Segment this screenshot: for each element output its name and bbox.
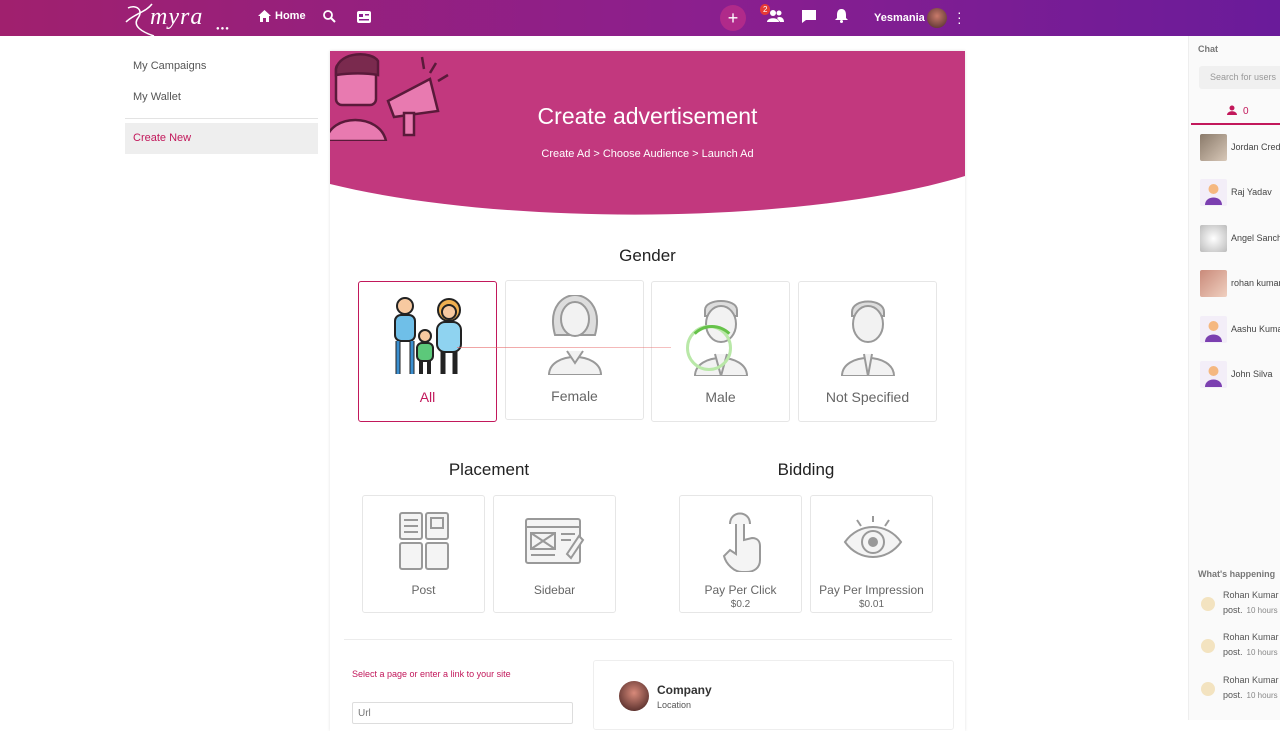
family-icon — [394, 297, 462, 374]
default-avatar-icon — [1200, 361, 1227, 388]
person-icon — [840, 300, 896, 376]
drag-trace — [457, 347, 671, 348]
chat-user-item[interactable]: Aashu Kumar — [1200, 316, 1280, 344]
activity-action: post. — [1223, 690, 1243, 700]
gender-option-not-specified-label: Not Specified — [825, 389, 910, 405]
pay-per-impression-price: $0.01 — [858, 599, 885, 610]
page-title: Create advertisement — [537, 103, 758, 129]
gender-option-female[interactable]: Female — [505, 280, 644, 420]
chat-user-name: rohan kumar — [1231, 278, 1280, 288]
gender-option-all-label: All — [419, 389, 436, 405]
gender-section-title: Gender — [619, 246, 676, 265]
nav-home-label: Home — [275, 10, 306, 22]
activity-user: Rohan Kumar — [1223, 675, 1279, 685]
more-options-icon[interactable]: · · · — [957, 5, 962, 29]
avatar — [1200, 270, 1227, 297]
sidebar-item-my-wallet[interactable]: My Wallet — [125, 83, 318, 114]
activity-time: 10 hours — [1246, 648, 1278, 657]
activity-avatar — [1201, 597, 1215, 611]
activity-avatar — [1201, 639, 1215, 653]
placement-option-post-label: Post — [411, 583, 436, 597]
chat-user-name: Raj Yadav — [1231, 187, 1272, 197]
click-indicator — [686, 325, 738, 371]
sidebar-layout-icon — [525, 518, 585, 564]
company-location: Location — [657, 700, 692, 710]
placement-option-sidebar[interactable]: Sidebar — [493, 495, 616, 613]
female-icon — [547, 295, 603, 375]
tap-hand-icon — [722, 512, 761, 572]
bidding-option-pay-per-impression[interactable]: Pay Per Impression $0.01 — [810, 495, 933, 613]
nav-home-link[interactable]: Home — [258, 10, 306, 22]
ads-sidebar: My Campaigns My Wallet Create New — [125, 52, 318, 154]
activity-time: 10 hours — [1246, 691, 1278, 700]
top-navbar: myra ●●● Home + 2 Yesmania · · · — [0, 0, 1280, 36]
gender-option-all[interactable]: All — [358, 281, 497, 422]
chat-online-tab[interactable]: 0 — [1191, 100, 1280, 125]
chat-search-input[interactable]: Search for users — [1199, 66, 1280, 89]
user-avatar[interactable] — [927, 8, 947, 28]
activity-action: post. — [1223, 605, 1243, 615]
username-label[interactable]: Yesmania — [874, 12, 925, 24]
chat-user-item[interactable]: Jordan Credo — [1200, 134, 1280, 162]
activity-avatar — [1201, 682, 1215, 696]
default-avatar-icon — [1200, 316, 1227, 343]
activity-user: Rohan Kumar — [1223, 590, 1279, 600]
placement-option-post[interactable]: Post — [362, 495, 485, 613]
bidding-section-title: Bidding — [777, 460, 835, 479]
chat-user-name: Aashu Kumar — [1231, 324, 1280, 334]
chat-user-name: Jordan Credo — [1231, 142, 1280, 152]
company-name: Company — [657, 683, 712, 697]
hero-banner: Create advertisement Create Ad > Choose … — [330, 51, 965, 221]
activity-time: 10 hours — [1246, 606, 1278, 615]
messages-icon[interactable] — [802, 10, 816, 23]
activity-text: post. 10 hours — [1223, 647, 1278, 657]
notifications-bell-icon[interactable] — [835, 9, 848, 23]
pay-per-click-label: Pay Per Click — [704, 583, 777, 597]
url-input[interactable] — [352, 702, 573, 724]
company-avatar — [619, 681, 649, 711]
chat-user-item[interactable]: John Silva — [1200, 361, 1280, 389]
sidebar-item-my-campaigns[interactable]: My Campaigns — [125, 52, 318, 83]
chat-user-item[interactable]: Raj Yadav — [1200, 179, 1280, 207]
user-icon — [1227, 105, 1237, 115]
chat-user-name: John Silva — [1231, 369, 1273, 379]
avatar — [1200, 225, 1227, 252]
default-avatar-icon — [1200, 179, 1227, 206]
logo-text: myra — [150, 4, 204, 30]
create-post-button[interactable]: + — [720, 5, 746, 31]
gender-option-female-label: Female — [551, 388, 598, 404]
myra-logo[interactable]: myra ●●● — [124, 2, 229, 36]
home-icon — [258, 10, 271, 22]
section-divider — [344, 639, 952, 640]
link-hint-text: Select a page or enter a link to your si… — [352, 669, 511, 679]
placement-section-title: Placement — [448, 460, 530, 479]
chat-user-name: Angel Sanchez — [1231, 233, 1280, 243]
pay-per-click-price: $0.2 — [730, 599, 751, 610]
activity-text: post. 10 hours — [1223, 690, 1278, 700]
logo-dots: ●●● — [216, 26, 230, 32]
gender-option-not-specified[interactable]: Not Specified — [798, 281, 937, 422]
post-layout-icon — [399, 512, 449, 570]
bidding-option-pay-per-click[interactable]: Pay Per Click $0.2 — [679, 495, 802, 613]
pay-per-impression-label: Pay Per Impression — [819, 583, 924, 597]
whats-happening-title: What's happening — [1198, 569, 1276, 579]
chat-user-item[interactable]: Angel Sanchez — [1200, 225, 1280, 253]
placement-option-sidebar-label: Sidebar — [533, 583, 576, 597]
chat-user-item[interactable]: rohan kumar — [1200, 270, 1280, 298]
sidebar-divider — [125, 118, 318, 119]
newsfeed-icon[interactable] — [357, 11, 371, 23]
chat-sidebar: Chat Search for users 0 Jordan Credo Raj… — [1188, 36, 1280, 720]
breadcrumb: Create Ad > Choose Audience > Launch Ad — [541, 148, 754, 160]
sidebar-item-create-new[interactable]: Create New — [125, 123, 318, 154]
chat-title: Chat — [1198, 44, 1218, 54]
activity-action: post. — [1223, 647, 1243, 657]
activity-user: Rohan Kumar — [1223, 632, 1279, 642]
online-count: 0 — [1243, 106, 1249, 117]
search-icon[interactable] — [323, 10, 336, 23]
eye-icon — [843, 516, 903, 558]
avatar — [1200, 134, 1227, 161]
gender-option-male-label: Male — [705, 389, 736, 405]
activity-text: post. 10 hours — [1223, 605, 1278, 615]
